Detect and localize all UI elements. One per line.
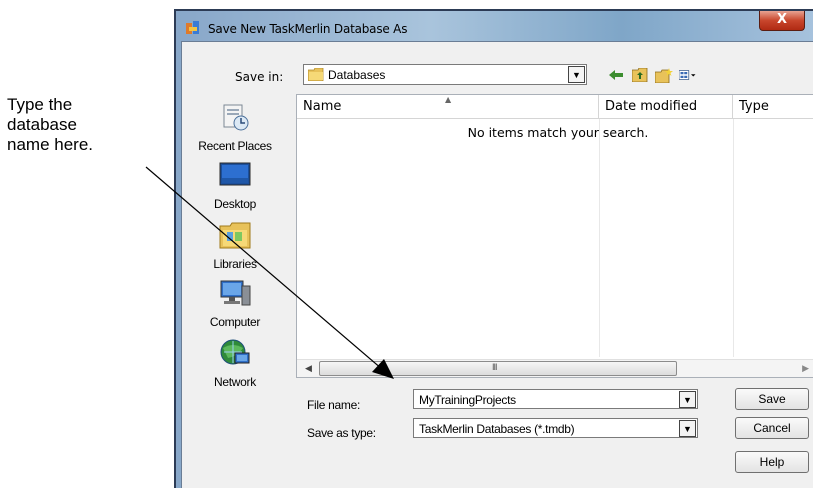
folder-icon (308, 68, 324, 81)
save-in-value: Databases (328, 68, 386, 82)
views-menu-icon[interactable] (679, 67, 697, 83)
file-name-field[interactable]: MyTrainingProjects ▼ (413, 389, 698, 409)
back-arrow-icon[interactable] (607, 67, 625, 83)
dialog-client-area: Save in: Databases ▼ Recent Places Deskt… (181, 41, 813, 488)
cancel-button[interactable]: Cancel (735, 417, 809, 439)
scroll-left-arrow-icon[interactable]: ◀ (305, 363, 312, 374)
close-button[interactable]: X (759, 11, 805, 31)
file-name-value: MyTrainingProjects (419, 393, 516, 407)
save-in-dropdown[interactable]: Databases ▼ (303, 64, 587, 85)
scroll-grip: III (492, 362, 497, 372)
save-in-label: Save in: (235, 70, 284, 84)
up-folder-icon[interactable] (631, 67, 649, 83)
save-as-type-dropdown[interactable]: TaskMerlin Databases (*.tmdb) ▼ (413, 418, 698, 438)
callout-text: Type the database name here. (7, 95, 147, 155)
empty-list-message: No items match your search. (467, 125, 649, 140)
column-divider (599, 119, 600, 357)
place-label: Desktop (214, 197, 256, 211)
horizontal-scrollbar[interactable]: ◀ III ▶ (297, 359, 813, 377)
place-label: Recent Places (198, 139, 272, 153)
save-as-type-value: TaskMerlin Databases (*.tmdb) (419, 422, 575, 436)
chevron-down-icon[interactable]: ▼ (679, 391, 696, 408)
place-recent-places[interactable]: Recent Places (190, 102, 280, 160)
help-button[interactable]: Help (735, 451, 809, 473)
column-header-type[interactable]: Type (733, 95, 813, 119)
column-divider (733, 119, 734, 357)
place-computer[interactable]: Computer (190, 278, 280, 336)
place-libraries[interactable]: Libraries (190, 220, 280, 278)
taskmerlin-app-icon (186, 21, 199, 34)
place-label: Libraries (213, 257, 257, 271)
libraries-icon (219, 222, 251, 249)
title-bar[interactable]: Save New TaskMerlin Database As X (176, 11, 813, 41)
callout-line-2: database (7, 115, 77, 134)
column-header-name[interactable]: Name ▲ (297, 95, 599, 119)
recent-places-icon (223, 104, 249, 131)
callout-line-1: Type the (7, 95, 73, 114)
column-header-date-modified[interactable]: Date modified (599, 95, 733, 119)
computer-icon (220, 280, 251, 306)
save-dialog-window: Save New TaskMerlin Database As X Save i… (174, 9, 813, 488)
desktop-icon (219, 162, 251, 186)
dialog-title: Save New TaskMerlin Database As (208, 22, 408, 36)
network-icon (220, 339, 250, 365)
place-desktop[interactable]: Desktop (190, 160, 280, 218)
file-name-label: File name: (307, 398, 361, 412)
new-folder-icon[interactable] (655, 67, 673, 83)
save-as-type-label: Save as type: (307, 426, 376, 440)
navigation-toolbar (607, 66, 697, 84)
place-label: Computer (209, 315, 261, 329)
place-network[interactable]: Network (190, 338, 280, 396)
sort-ascending-icon: ▲ (445, 95, 452, 104)
callout-line-3: name here. (7, 135, 93, 154)
place-label: Network (214, 375, 256, 389)
scroll-right-arrow-icon[interactable]: ▶ (802, 363, 809, 374)
save-button[interactable]: Save (735, 388, 809, 410)
scrollbar-thumb[interactable]: III (319, 361, 677, 376)
chevron-down-icon[interactable]: ▼ (679, 420, 696, 437)
file-list[interactable]: Name ▲ Date modified Type No items match… (296, 94, 813, 378)
chevron-down-icon[interactable]: ▼ (568, 66, 585, 83)
